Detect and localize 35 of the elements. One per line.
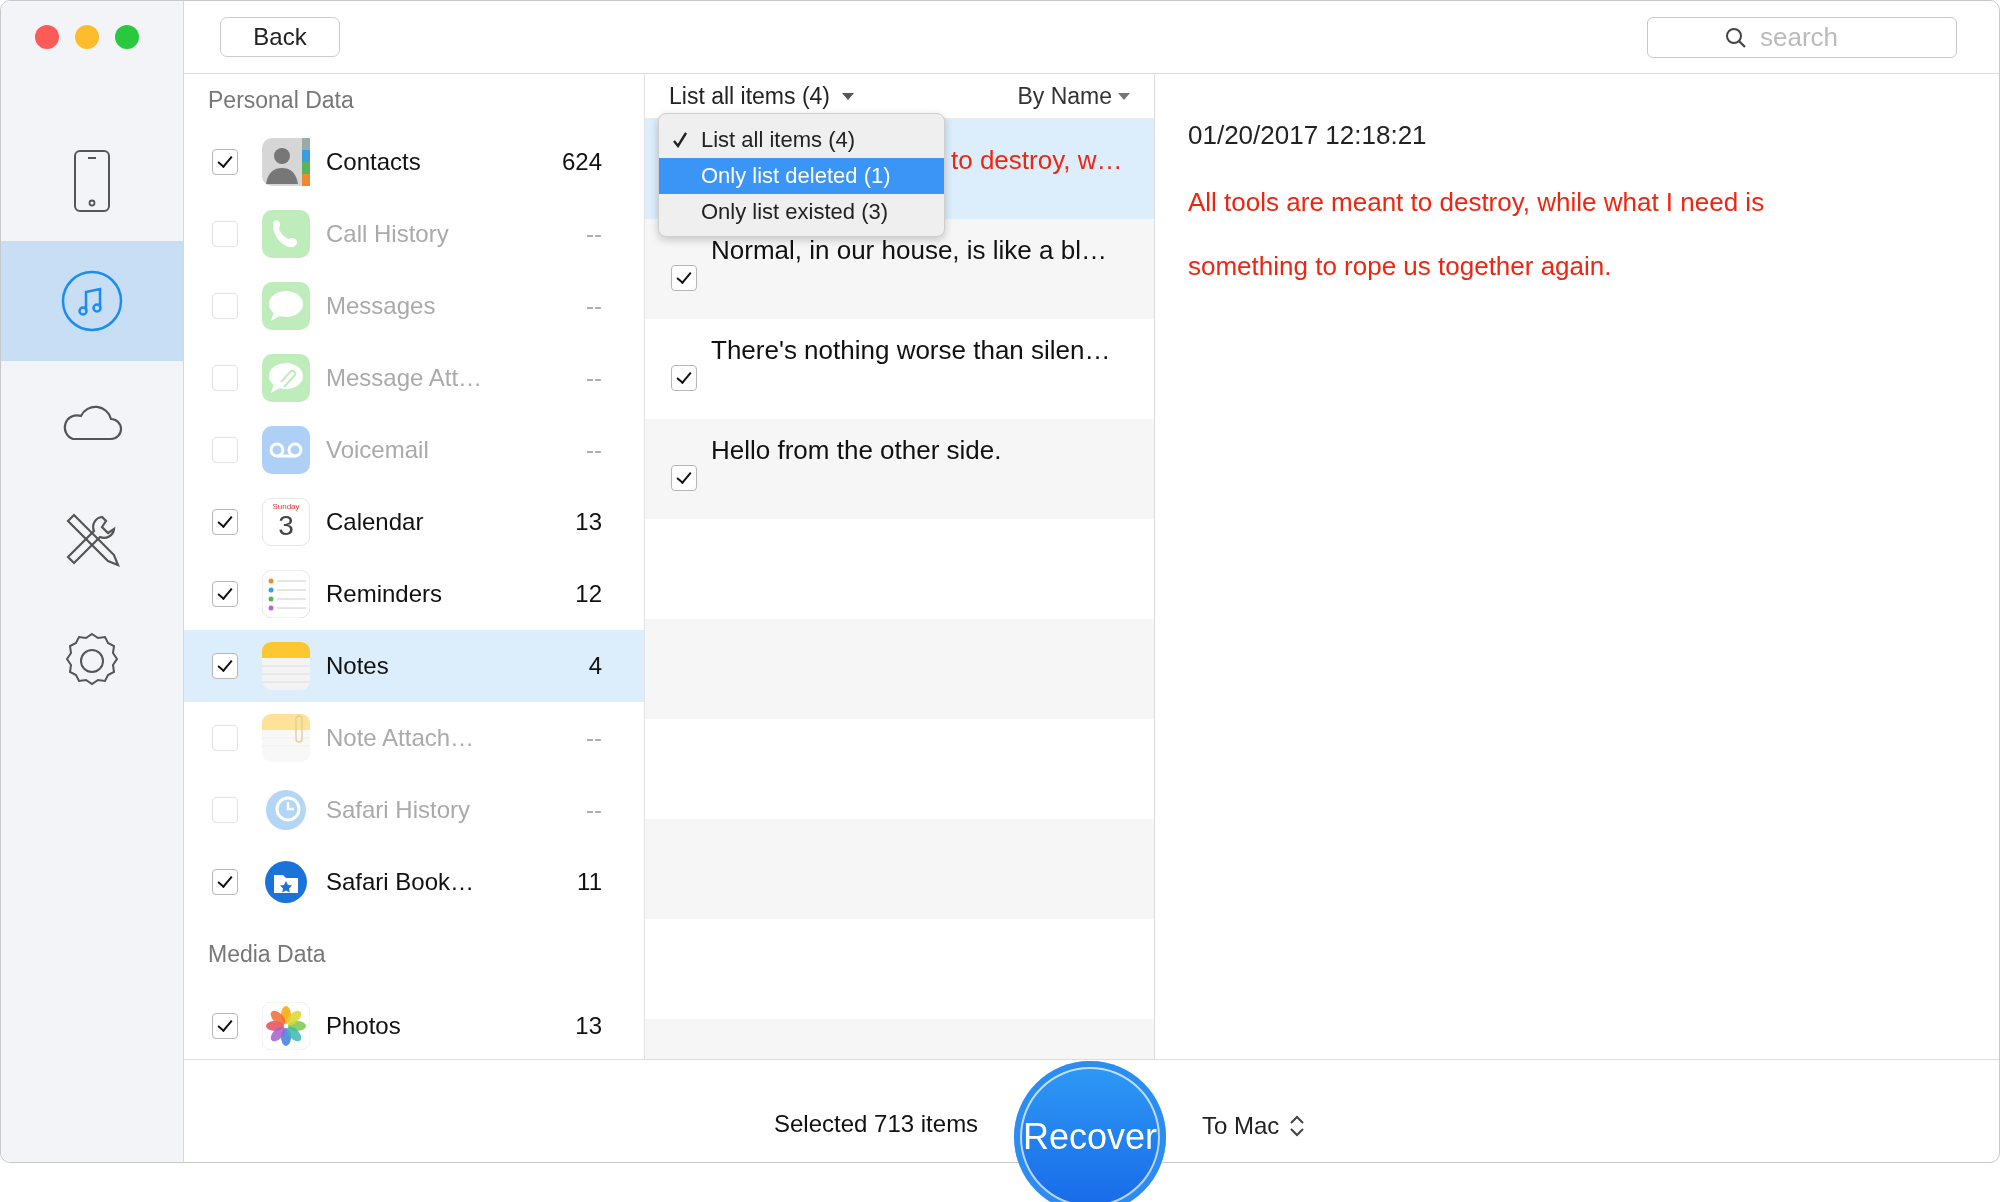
section-heading: Media Data — [207, 940, 327, 969]
item-count: 13 — [575, 1012, 602, 1040]
item-count: 13 — [575, 508, 602, 536]
category-label: Reminders — [326, 580, 444, 608]
category-label: Note Attach… — [326, 724, 476, 752]
item-count: 11 — [577, 868, 602, 896]
item-count: 624 — [561, 148, 602, 176]
category-label: Notes — [326, 652, 390, 680]
item-count: -- — [586, 724, 602, 752]
item-count: -- — [586, 796, 602, 824]
note-title: Hello from the other side. — [711, 435, 1002, 465]
category-label: Call History — [326, 220, 450, 248]
category-label: Calendar — [326, 508, 425, 536]
note-date: 01/20/2017 12:18:21 — [1188, 120, 1428, 152]
calendar-icon: Sunday 3 — [262, 498, 310, 546]
note-text: All tools are meant to destroy, while what I need is — [1188, 186, 1766, 219]
note-title: Normal, in our house, is like a bl… — [711, 235, 1107, 265]
item-count: 12 — [575, 580, 602, 608]
note-title: There's nothing worse than silen… — [711, 335, 1111, 365]
item-count: -- — [586, 436, 602, 464]
item-count: 4 — [588, 652, 602, 680]
status-text: Selected 713 items — [774, 1110, 980, 1138]
item-count: -- — [586, 220, 602, 248]
category-label: Contacts — [326, 148, 422, 176]
item-count: -- — [586, 292, 602, 320]
category-label: Photos — [326, 1012, 402, 1040]
category-label: Safari Book… — [326, 868, 476, 896]
category-label: Voicemail — [326, 436, 430, 464]
note-title: to destroy, w… — [951, 145, 1123, 175]
category-label: Message Att… — [326, 364, 484, 392]
item-count: -- — [586, 364, 602, 392]
note-text: something to rope us together again. — [1188, 250, 1613, 283]
category-label: Messages — [326, 292, 437, 320]
category-label: Safari History — [326, 796, 472, 824]
section-heading: Personal Data — [207, 86, 355, 115]
